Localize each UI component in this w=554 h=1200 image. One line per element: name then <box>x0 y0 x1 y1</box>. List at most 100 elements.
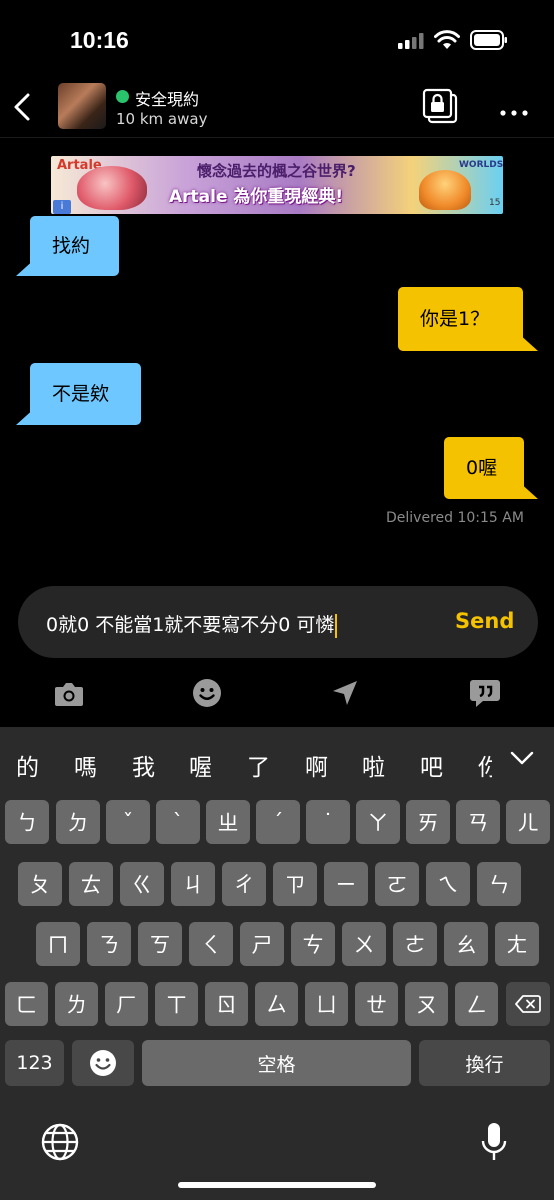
message-bubble-outgoing[interactable]: 0喔 <box>444 437 524 499</box>
key[interactable]: ˊ <box>256 800 300 844</box>
key[interactable]: ㄊ <box>69 862 113 906</box>
avatar[interactable] <box>58 83 106 129</box>
key[interactable]: ㄍ <box>120 862 164 906</box>
key[interactable]: ˙ <box>306 800 350 844</box>
emoji-icon <box>90 1050 116 1076</box>
key[interactable]: ㄦ <box>506 800 550 844</box>
key[interactable]: ㄣ <box>477 862 521 906</box>
ad-age-rating: 15 <box>489 198 501 208</box>
ad-mushroom-art <box>419 170 471 210</box>
numbers-key[interactable]: 123 <box>5 1040 64 1086</box>
online-indicator <box>116 90 129 103</box>
key[interactable]: ㄚ <box>356 800 400 844</box>
key[interactable]: ㄐ <box>171 862 215 906</box>
profile-distance: 10 km away <box>116 110 208 128</box>
key[interactable]: ㄠ <box>444 922 488 966</box>
camera-icon[interactable] <box>53 678 85 708</box>
delete-icon <box>515 995 541 1013</box>
text-cursor <box>335 613 338 638</box>
microphone-icon[interactable] <box>480 1121 508 1163</box>
home-indicator <box>178 1182 376 1188</box>
key[interactable]: ˋ <box>156 800 200 844</box>
key[interactable]: ㄢ <box>456 800 500 844</box>
message-bubble-outgoing[interactable]: 你是1？ <box>398 287 523 351</box>
delivery-receipt: Delivered 10:15 AM <box>386 510 524 526</box>
saved-phrases-icon[interactable] <box>469 678 501 708</box>
key[interactable]: ㄟ <box>426 862 470 906</box>
key[interactable]: ㄌ <box>55 982 98 1026</box>
key[interactable]: ㄤ <box>495 922 539 966</box>
key[interactable]: ㄎ <box>138 922 182 966</box>
ad-info-icon[interactable]: i <box>53 200 71 214</box>
message-bubble-incoming[interactable]: 找約 <box>30 216 119 276</box>
ad-headline: 懷念過去的楓之谷世界? <box>197 162 356 180</box>
expand-candidates-icon[interactable] <box>510 750 534 766</box>
key[interactable]: ㄝ <box>355 982 398 1026</box>
key[interactable]: ㄋ <box>87 922 131 966</box>
key[interactable]: ㄥ <box>455 982 498 1026</box>
message-input[interactable]: 0就0 不能當1就不要寫不分0 可憐 <box>46 610 446 638</box>
key[interactable]: ㄧ <box>324 862 368 906</box>
candidate-word[interactable]: 喔 <box>189 748 212 782</box>
return-key[interactable]: 換行 <box>419 1040 550 1086</box>
message-composer: 0就0 不能當1就不要寫不分0 可憐 Send <box>18 586 538 658</box>
key[interactable]: ㄜ <box>393 922 437 966</box>
battery-icon <box>470 30 508 50</box>
space-key[interactable]: 空格 <box>142 1040 411 1086</box>
key[interactable]: ˇ <box>106 800 150 844</box>
candidate-word[interactable]: 了 <box>247 748 270 782</box>
ad-banner[interactable]: Artale 懷念過去的楓之谷世界? Artale 為你重現經典! WORLDS… <box>51 156 503 214</box>
ad-badge: WORLDS <box>459 160 503 170</box>
key[interactable]: ㄇ <box>36 922 80 966</box>
key[interactable]: ㄑ <box>189 922 233 966</box>
candidate-word[interactable]: 啦 <box>362 748 385 782</box>
bubble-tail <box>16 258 36 276</box>
message-text: 你是1？ <box>420 307 490 330</box>
wifi-icon <box>434 30 460 50</box>
key[interactable]: ㄉ <box>56 800 100 844</box>
key[interactable]: ㄕ <box>240 922 284 966</box>
key[interactable]: ㄩ <box>305 982 348 1026</box>
key[interactable]: ㄗ <box>273 862 317 906</box>
key[interactable]: ㄓ <box>206 800 250 844</box>
candidate-word[interactable]: 嗎 <box>74 748 97 782</box>
message-text: 0喔 <box>466 456 498 479</box>
bubble-tail <box>16 407 36 425</box>
candidate-word[interactable]: 啊 <box>305 748 328 782</box>
key[interactable]: ㄈ <box>5 982 48 1026</box>
more-options-icon[interactable] <box>500 102 528 116</box>
key[interactable]: ㄞ <box>406 800 450 844</box>
back-icon[interactable] <box>10 92 34 122</box>
key[interactable]: ㄡ <box>405 982 448 1026</box>
key[interactable]: ㄆ <box>18 862 62 906</box>
key[interactable]: ㄅ <box>5 800 49 844</box>
signal-icon <box>398 33 426 49</box>
ad-creature-art <box>77 166 147 210</box>
key[interactable]: ㄛ <box>375 862 419 906</box>
profile-name[interactable]: 安全現約 <box>135 86 199 110</box>
emoji-keyboard-key[interactable] <box>72 1040 134 1086</box>
message-bubble-incoming[interactable]: 不是欸 <box>30 363 141 425</box>
bubble-tail <box>518 481 538 499</box>
status-time: 10:16 <box>70 27 129 53</box>
globe-icon[interactable] <box>40 1122 80 1162</box>
key[interactable]: ㄏ <box>105 982 148 1026</box>
send-button[interactable]: Send <box>455 609 514 633</box>
delete-key[interactable] <box>506 982 550 1026</box>
candidate-word[interactable]: 我 <box>132 748 155 782</box>
candidate-word[interactable]: 你 <box>478 748 492 782</box>
key[interactable]: ㄒ <box>155 982 198 1026</box>
key[interactable]: ㄖ <box>205 982 248 1026</box>
bubble-tail <box>518 333 538 351</box>
key[interactable]: ㄔ <box>222 862 266 906</box>
candidate-word[interactable]: 吧 <box>420 748 443 782</box>
candidate-word[interactable]: 的 <box>16 748 39 782</box>
key[interactable]: ㄨ <box>342 922 386 966</box>
key[interactable]: ㄙ <box>255 982 298 1026</box>
key[interactable]: ㄘ <box>291 922 335 966</box>
location-icon[interactable] <box>330 678 360 708</box>
private-album-icon[interactable] <box>422 88 458 124</box>
emoji-icon[interactable] <box>192 678 222 708</box>
status-bar: 10:16 <box>0 0 554 80</box>
message-text: 找約 <box>52 234 91 257</box>
